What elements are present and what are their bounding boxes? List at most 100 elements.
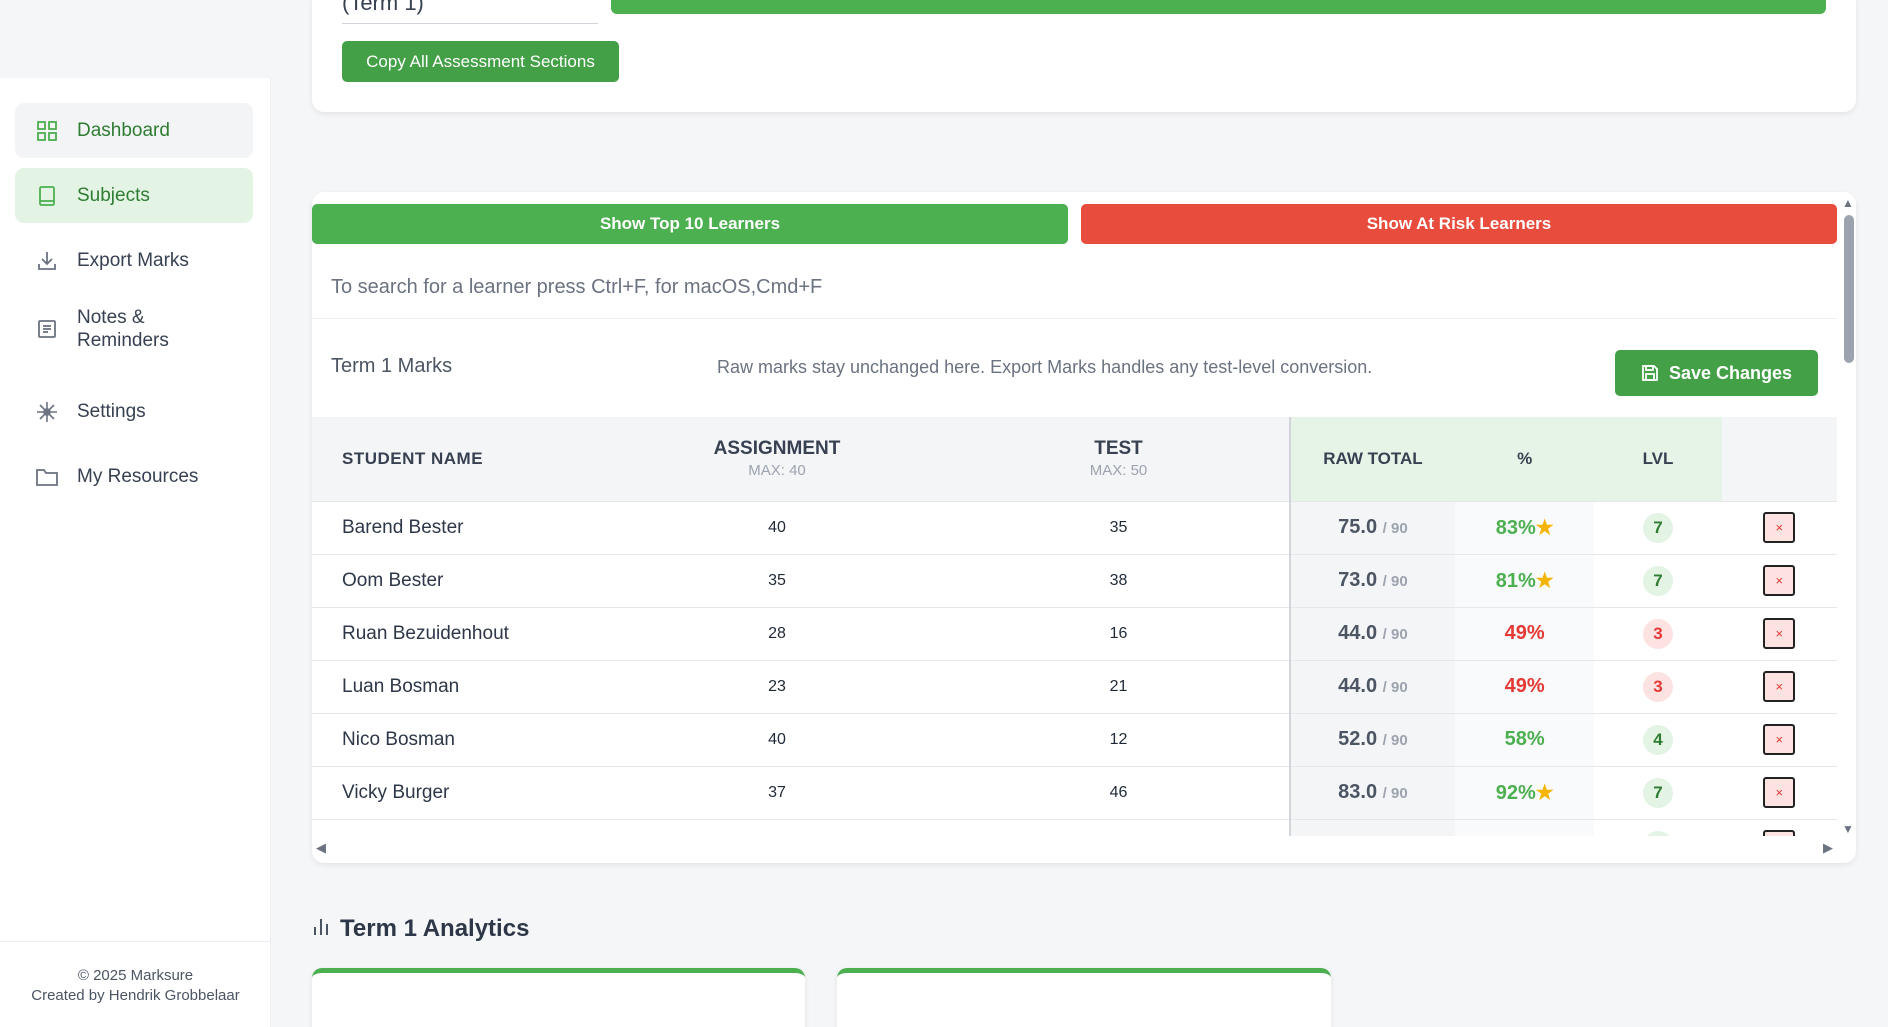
sidebar-item-subjects[interactable]: Subjects	[15, 168, 253, 223]
level-badge: 4	[1642, 830, 1673, 836]
delete-cell: ×	[1721, 766, 1837, 820]
marks-table-body: Barend Bester 40 35 75.0 / 90 83%★ 7 × Oom Best…	[312, 501, 1837, 836]
assignment-mark[interactable]: 37	[605, 766, 949, 820]
assignment-mark[interactable]: 28	[605, 607, 949, 661]
level-badge: 7	[1642, 512, 1673, 543]
percent-value: 58%	[1504, 728, 1545, 750]
delete-row-button[interactable]: ×	[1763, 830, 1796, 836]
sidebar-item-export-marks[interactable]: Export Marks	[15, 233, 253, 288]
grid-icon	[35, 119, 59, 143]
delete-cell: ×	[1721, 501, 1837, 555]
star-icon: ★	[1535, 517, 1554, 539]
table-row: Vicky Burger 37 46 83.0 / 90 92%★ 7 ×	[312, 766, 1837, 820]
show-at-risk-learners-button[interactable]: Show At Risk Learners	[1081, 204, 1837, 244]
scroll-up-arrow-icon[interactable]: ▲	[1842, 196, 1854, 210]
show-top-10-learners-button[interactable]: Show Top 10 Learners	[312, 204, 1068, 244]
level-badge: 7	[1642, 565, 1673, 596]
test-mark[interactable]: 12	[948, 713, 1290, 767]
percent-value: 92%	[1495, 782, 1536, 804]
percent-cell: 49%	[1455, 607, 1595, 661]
assignment-mark[interactable]: 40	[605, 713, 949, 767]
student-name: Oom Bester	[312, 554, 606, 608]
test-mark[interactable]: 16	[948, 607, 1290, 661]
percent-cell: 56%	[1455, 819, 1595, 836]
book-icon	[35, 184, 59, 208]
assignment-mark[interactable]: 35	[605, 554, 949, 608]
assignment-mark[interactable]: 40	[605, 501, 949, 555]
folder-icon	[35, 465, 59, 489]
delete-row-button[interactable]: ×	[1763, 671, 1796, 702]
col-raw-total[interactable]: Raw Total	[1288, 417, 1456, 502]
raw-total-value: 44.0	[1338, 622, 1378, 644]
delete-cell: ×	[1721, 607, 1837, 661]
percent-cell: 83%★	[1455, 501, 1595, 555]
raw-total-value: 83.0	[1338, 781, 1378, 803]
marks-table-container[interactable]: Student Name Assignment Max: 40 Test Max…	[312, 417, 1837, 836]
save-icon	[1641, 364, 1659, 382]
test-mark[interactable]: 46	[948, 766, 1290, 820]
col-actions	[1721, 417, 1837, 502]
col-percent[interactable]: %	[1455, 417, 1595, 502]
raw-total-max: / 90	[1382, 785, 1408, 802]
student-name: Vicky Burger	[312, 766, 606, 820]
sidebar-item-my-resources[interactable]: My Resources	[15, 449, 253, 504]
student-name: Ruan Bezuidenhout	[312, 607, 606, 661]
scroll-left-arrow-icon[interactable]: ◀	[316, 840, 326, 856]
assignment-mark[interactable]: 23	[605, 660, 949, 714]
level-cell: 3	[1594, 607, 1722, 661]
marks-table: Student Name Assignment Max: 40 Test Max…	[312, 417, 1837, 836]
divider	[312, 318, 1837, 319]
author-credit: Created by Hendrik Grobbelaar	[31, 987, 240, 1004]
test-mark[interactable]: 30	[948, 819, 1290, 836]
delete-cell: ×	[1721, 660, 1837, 714]
raw-total: 73.0 / 90	[1288, 554, 1456, 608]
col-level[interactable]: Lvl	[1594, 417, 1722, 502]
delete-row-button[interactable]: ×	[1763, 512, 1796, 543]
sidebar-item-label: Settings	[77, 400, 146, 422]
marks-panel: Show Top 10 Learners Show At Risk Learne…	[312, 192, 1856, 863]
copy-all-assessment-sections-button[interactable]: Copy All Assessment Sections	[342, 41, 619, 82]
raw-total-max: / 90	[1382, 679, 1408, 696]
delete-row-button[interactable]: ×	[1763, 724, 1796, 755]
percent-cell: 81%★	[1455, 554, 1595, 608]
delete-row-button[interactable]: ×	[1763, 777, 1796, 808]
student-name: Luan Bosman	[312, 660, 606, 714]
percent-value: 81%	[1495, 570, 1536, 592]
delete-row-button[interactable]: ×	[1763, 565, 1796, 596]
table-row: Jaco Cloete203050.0 / 90 56% 4 ×	[312, 819, 1837, 836]
col-student-name[interactable]: Student Name	[312, 417, 606, 502]
assignment-mark[interactable]: 20	[605, 819, 949, 836]
download-icon	[35, 249, 59, 273]
sidebar-item-notes-reminders[interactable]: Notes & Reminders	[15, 297, 253, 361]
level-cell: 7	[1594, 554, 1722, 608]
save-changes-label: Save Changes	[1668, 362, 1793, 383]
analytics-title: Term 1 Analytics	[340, 915, 530, 942]
table-row: Oom Bester 35 38 73.0 / 90 81%★ 7 ×	[312, 554, 1837, 608]
sidebar-item-settings[interactable]: Settings	[15, 384, 253, 439]
sidebar-item-label: Notes & Reminders	[77, 307, 169, 351]
table-header-row: Student Name Assignment Max: 40 Test Max…	[312, 417, 1837, 502]
sidebar-item-dashboard[interactable]: Dashboard	[15, 103, 253, 158]
raw-total-max: / 90	[1382, 573, 1408, 590]
raw-total-max: / 90	[1382, 732, 1408, 749]
horizontal-scrollbar[interactable]: ◀ ▶	[312, 840, 1837, 858]
delete-row-button[interactable]: ×	[1763, 618, 1796, 649]
vertical-scrollbar[interactable]: ▲ ▼	[1839, 192, 1856, 863]
test-mark[interactable]: 38	[948, 554, 1290, 608]
percent-value: 83%	[1495, 517, 1536, 539]
level-cell: 7	[1594, 501, 1722, 555]
test-mark[interactable]: 21	[948, 660, 1290, 714]
student-name: Nico Bosman	[312, 713, 606, 767]
sidebar: Dashboard Subjects Export Marks Notes & …	[0, 78, 271, 1027]
raw-total-value: 44.0	[1338, 675, 1378, 697]
scrollbar-thumb[interactable]	[1844, 215, 1854, 363]
test-mark[interactable]: 35	[948, 501, 1290, 555]
col-assignment[interactable]: Assignment Max: 40	[605, 417, 949, 502]
scroll-down-arrow-icon[interactable]: ▼	[1842, 822, 1854, 836]
settings-icon	[35, 400, 59, 424]
scroll-right-arrow-icon[interactable]: ▶	[1823, 840, 1833, 856]
save-changes-button[interactable]: Save Changes	[1615, 350, 1818, 396]
assignment-max: Max: 40	[748, 462, 806, 480]
level-cell: 7	[1594, 766, 1722, 820]
col-test[interactable]: Test Max: 50	[948, 417, 1290, 502]
